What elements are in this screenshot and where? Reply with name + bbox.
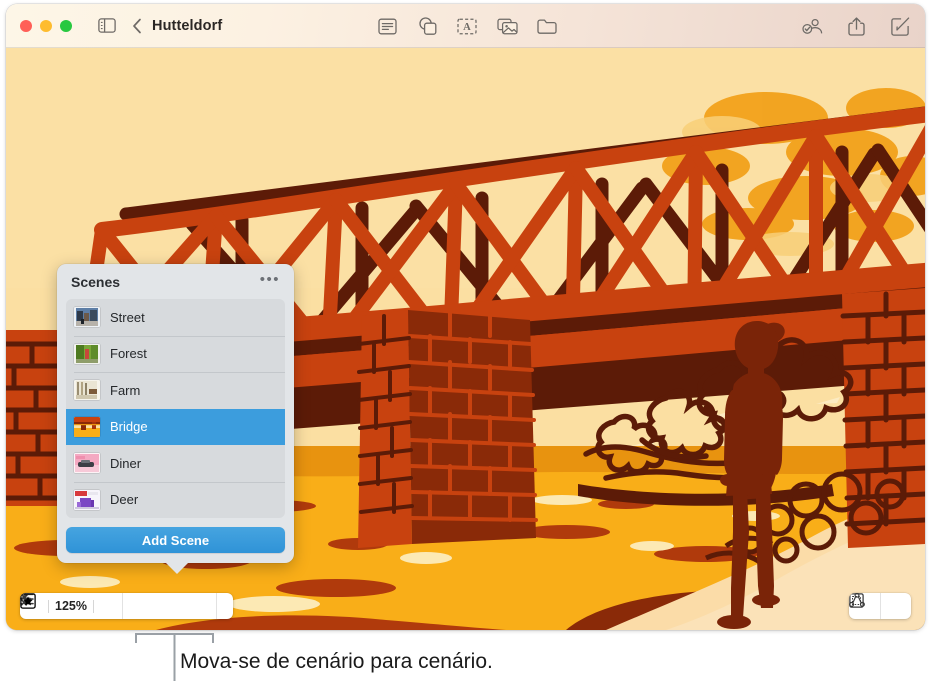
add-scene-button[interactable]: Add Scene — [66, 527, 285, 553]
zoom-level-value: 125% — [55, 599, 87, 613]
scene-item-forest[interactable]: Forest — [66, 335, 285, 373]
scene-label: Farm — [110, 382, 141, 398]
scene-thumbnail-diner — [74, 453, 100, 474]
page-title: Hutteldorf — [152, 17, 223, 34]
share-icon[interactable] — [843, 13, 869, 39]
scene-label: Diner — [110, 455, 142, 471]
traffic-lights — [20, 19, 72, 32]
media-icon[interactable] — [494, 13, 520, 39]
compose-icon[interactable] — [887, 13, 913, 39]
scene-thumbnail-bridge — [74, 416, 100, 437]
scene-item-diner[interactable]: Diner — [66, 445, 285, 482]
shapes-icon[interactable] — [414, 13, 440, 39]
popover-tail — [165, 562, 189, 574]
bottom-left-controls: 125% — [20, 593, 233, 619]
format-text-icon[interactable] — [374, 13, 400, 39]
popover-title: Scenes — [71, 274, 121, 290]
scene-item-street[interactable]: Street — [66, 299, 285, 336]
collaborate-icon[interactable] — [799, 13, 825, 39]
scene-list-button[interactable] — [20, 593, 185, 619]
sidebar-toggle-icon[interactable] — [94, 13, 120, 39]
scene-navigation-controls — [20, 593, 216, 619]
scene-item-deer[interactable]: Deer — [66, 481, 285, 519]
scene-label: Deer — [110, 492, 139, 508]
zoom-button[interactable] — [60, 19, 72, 32]
close-button[interactable] — [20, 19, 32, 32]
app-window: Hutteldorf A Scenes ••• Street Forest Fa… — [6, 4, 925, 630]
scene-thumbnail-street — [74, 307, 100, 328]
window-toolbar: Hutteldorf A — [6, 4, 925, 48]
toolbar-right-group — [799, 4, 913, 48]
more-options-icon[interactable]: ••• — [260, 272, 280, 288]
back-chevron-icon[interactable] — [124, 13, 150, 39]
toolbar-center-group: A — [374, 4, 560, 48]
scene-label: Forest — [110, 346, 147, 362]
scene-thumbnail-deer — [74, 489, 100, 510]
scene-thumbnail-farm — [74, 380, 100, 401]
scene-label: Street — [110, 309, 145, 325]
scene-label: Bridge — [110, 419, 148, 435]
svg-text:A: A — [463, 22, 471, 33]
scene-item-farm[interactable]: Farm — [66, 372, 285, 409]
screenshot-root: Hutteldorf A Scenes ••• Street Forest Fa… — [0, 0, 931, 700]
zoom-level-dropdown[interactable]: 125% — [20, 593, 93, 613]
scenes-popover: Scenes ••• Street Forest Farm Bridge Din… — [57, 264, 294, 574]
play-presentation-group — [20, 593, 233, 619]
minimize-button[interactable] — [40, 19, 52, 32]
previous-scene-button[interactable] — [20, 593, 154, 619]
folder-icon[interactable] — [534, 13, 560, 39]
callout-annotation: Mova-se de cenário para cenário. — [0, 630, 931, 700]
scene-thumbnail-forest — [74, 343, 100, 364]
document-canvas[interactable]: Scenes ••• Street Forest Farm Bridge Din… — [6, 48, 925, 630]
callout-caption: Mova-se de cenário para cenário. — [180, 650, 493, 673]
canvas-view-button[interactable] — [849, 593, 911, 619]
zoom-in-button[interactable] — [20, 593, 116, 619]
popover-header: Scenes ••• — [66, 272, 285, 299]
scene-list: Street Forest Farm Bridge Diner Deer — [66, 299, 285, 518]
bottom-right-controls — [849, 593, 911, 619]
scene-item-bridge[interactable]: Bridge — [66, 408, 285, 445]
text-box-icon[interactable]: A — [454, 13, 480, 39]
next-scene-button[interactable] — [20, 593, 216, 619]
